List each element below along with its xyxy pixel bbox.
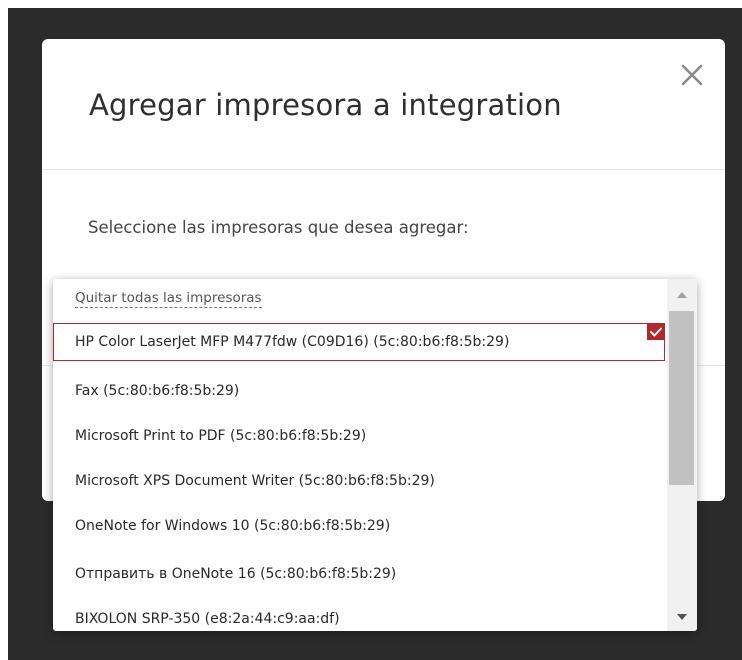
scroll-up-button[interactable] (667, 283, 697, 307)
printer-option[interactable]: Fax (5c:80:b6:f8:5b:29) (53, 372, 665, 410)
scroll-thumb[interactable] (669, 311, 694, 485)
header-divider (42, 169, 725, 170)
printer-option-label: BIXOLON SRP-350 (e8:2a:44:c9:aa:df) (75, 611, 340, 627)
printer-option-label: HP Color LaserJet MFP M477fdw (C09D16) (… (75, 334, 510, 350)
printer-option[interactable]: Отправить в OneNote 16 (5c:80:b6:f8:5b:2… (53, 555, 665, 593)
printer-option[interactable]: Microsoft Print to PDF (5c:80:b6:f8:5b:2… (53, 417, 665, 455)
check-icon (647, 323, 665, 340)
printer-dropdown[interactable]: Quitar todas las impresoras HP Color Las… (53, 279, 697, 631)
arrow-up-icon (677, 292, 687, 298)
printer-option[interactable]: OneNote for Windows 10 (5c:80:b6:f8:5b:2… (53, 507, 665, 545)
printer-option-label: Microsoft Print to PDF (5c:80:b6:f8:5b:2… (75, 428, 367, 444)
printer-option-label: OneNote for Windows 10 (5c:80:b6:f8:5b:2… (75, 518, 391, 534)
printer-option-label: Fax (5c:80:b6:f8:5b:29) (75, 383, 240, 399)
printer-option[interactable]: HP Color LaserJet MFP M477fdw (C09D16) (… (53, 323, 665, 361)
dropdown-scrollbar[interactable] (667, 279, 697, 631)
arrow-down-icon (677, 614, 687, 620)
printer-option[interactable]: BIXOLON SRP-350 (e8:2a:44:c9:aa:df) (53, 600, 665, 631)
close-button[interactable] (674, 57, 710, 93)
printer-option-label: Отправить в OneNote 16 (5c:80:b6:f8:5b:2… (75, 566, 397, 582)
printer-option-label: Microsoft XPS Document Writer (5c:80:b6:… (75, 473, 435, 489)
remove-all-printers-link[interactable]: Quitar todas las impresoras (75, 290, 262, 308)
close-icon (681, 64, 703, 86)
printer-option[interactable]: Microsoft XPS Document Writer (5c:80:b6:… (53, 462, 665, 500)
select-printers-prompt: Seleccione las impresoras que desea agre… (88, 218, 469, 237)
scroll-down-button[interactable] (667, 605, 697, 629)
printer-list: Quitar todas las impresoras HP Color Las… (53, 279, 667, 631)
modal-title: Agregar impresora a integration (89, 88, 562, 122)
